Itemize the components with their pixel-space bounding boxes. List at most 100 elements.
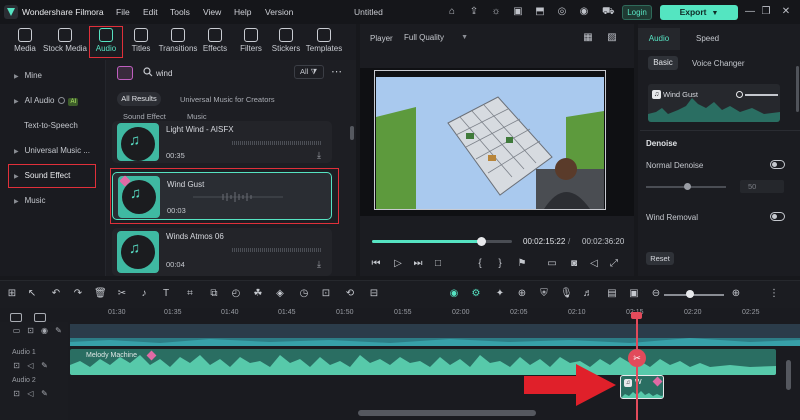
ai-icon[interactable]: ✦ — [494, 288, 506, 300]
fit-icon[interactable]: ▣ — [628, 288, 640, 300]
denoise-slider-knob[interactable] — [684, 183, 691, 190]
microphone-icon[interactable]: 🎙 — [560, 288, 573, 300]
grid-view-icon[interactable]: ▦ — [582, 32, 594, 44]
playhead[interactable] — [636, 314, 638, 420]
display-icon[interactable]: ▭ — [546, 258, 558, 270]
tab-transitions[interactable]: Transitions — [158, 24, 198, 60]
speed-icon[interactable]: ◴ — [230, 288, 242, 300]
color-icon[interactable]: ☘ — [252, 288, 264, 300]
fullscreen-icon[interactable]: ⤢ — [608, 258, 620, 270]
speaker-icon[interactable]: ◁ — [26, 389, 35, 398]
mark-in-icon[interactable]: { — [474, 258, 486, 270]
voiceover-icon[interactable]: ♬ — [582, 288, 594, 300]
redo-icon[interactable]: ↷ — [72, 288, 84, 300]
audio-item[interactable]: ♫ Light Wind - AISFX 00:35 ⤓ — [112, 121, 332, 163]
menu-tools[interactable]: Tools — [170, 7, 190, 17]
subtitle-icon[interactable]: ▤ — [606, 288, 618, 300]
play-icon[interactable]: ▷ — [392, 258, 404, 270]
zoom-slider-knob[interactable] — [686, 290, 694, 298]
crop-icon[interactable]: ⌗ — [184, 288, 196, 300]
tab-filters[interactable]: Filters — [236, 24, 266, 60]
marker-icon[interactable]: ⚑ — [516, 258, 528, 270]
more-options-icon[interactable]: ⋯ — [331, 65, 343, 78]
denoise-value-input[interactable]: 50 — [740, 180, 784, 193]
gift-icon[interactable]: ⌂ — [446, 6, 458, 18]
lock-icon[interactable]: ⊡ — [26, 326, 35, 335]
select-tool-icon[interactable]: ↖ — [26, 288, 38, 300]
subtab-voice-changer[interactable]: Voice Changer — [692, 59, 744, 68]
more-options-icon[interactable]: ⋮ — [768, 288, 780, 300]
mark-out-icon[interactable]: } — [494, 258, 506, 270]
menu-file[interactable]: File — [116, 7, 130, 17]
link-icon[interactable] — [34, 313, 46, 322]
list-scrollbar[interactable] — [350, 126, 354, 140]
save-icon[interactable]: ▣ — [512, 6, 524, 18]
search-input[interactable] — [156, 66, 286, 80]
support-icon[interactable]: ◉ — [578, 6, 590, 18]
wind-removal-toggle[interactable] — [770, 212, 785, 221]
favorites-button[interactable] — [117, 66, 133, 80]
tab-stickers[interactable]: Stickers — [270, 24, 302, 60]
sidebar-item-music[interactable]: ▶ Music — [8, 191, 98, 211]
cart-icon[interactable]: ⛟ — [602, 6, 615, 18]
zoom-slider-track[interactable] — [664, 294, 724, 296]
normal-denoise-toggle[interactable] — [770, 160, 785, 169]
timeline-horizontal-scrollbar[interactable] — [358, 410, 536, 416]
zoom-out-icon[interactable]: ⊖ — [650, 288, 662, 300]
stop-icon[interactable]: □ — [432, 258, 444, 270]
timer-icon[interactable]: ◷ — [298, 288, 310, 300]
share-icon[interactable]: ⬒ — [534, 6, 546, 18]
undo-icon[interactable]: ↶ — [50, 288, 62, 300]
menu-view[interactable]: View — [203, 7, 221, 17]
edit-icon[interactable]: ✎ — [40, 389, 49, 398]
tab-titles[interactable]: Titles — [126, 24, 156, 60]
filter-dropdown[interactable]: All ⧩ — [294, 65, 324, 79]
export-clip-icon[interactable]: ⊟ — [368, 288, 380, 300]
tab-audio-properties[interactable]: Audio — [638, 28, 680, 50]
timeline-vertical-scrollbar[interactable] — [786, 360, 791, 390]
help-icon[interactable] — [58, 97, 66, 105]
scissors-icon[interactable]: ✂ — [628, 349, 646, 367]
lock-icon[interactable]: ⊡ — [12, 361, 21, 370]
menu-edit[interactable]: Edit — [143, 7, 158, 17]
download-icon[interactable]: ⤓ — [317, 260, 325, 269]
zoom-in-icon[interactable]: ⊕ — [730, 288, 742, 300]
menu-version[interactable]: Version — [265, 7, 293, 17]
restore-icon[interactable]: ❐ — [760, 6, 772, 18]
eye-icon[interactable]: ◉ — [40, 326, 49, 335]
stabilize-icon[interactable]: ⊡ — [320, 288, 332, 300]
audio-clip[interactable] — [70, 349, 776, 375]
keyframe-icon[interactable]: ◈ — [274, 288, 286, 300]
snapshot-icon[interactable]: ▨ — [606, 32, 618, 44]
speaker-icon[interactable]: ◁ — [26, 361, 35, 370]
snap-icon[interactable]: ⚙ — [470, 288, 482, 300]
quality-select[interactable]: Full Quality ▼ — [400, 31, 474, 45]
lightbulb-icon[interactable]: ☼ — [490, 6, 502, 18]
login-button[interactable]: Login — [622, 5, 652, 20]
previous-frame-icon[interactable]: ⏮ — [370, 258, 382, 270]
upload-icon[interactable]: ⇪ — [468, 6, 480, 18]
shield-icon[interactable]: ⛨ — [538, 288, 550, 300]
mute-icon[interactable]: ✎ — [54, 326, 63, 335]
tab-stock-media[interactable]: Stock Media — [42, 24, 88, 60]
reset-button[interactable]: Reset — [646, 252, 674, 265]
camera-icon[interactable]: ◙ — [568, 258, 580, 270]
download-icon[interactable]: ⤓ — [317, 151, 325, 160]
next-frame-icon[interactable]: ⏭ — [412, 258, 424, 270]
menu-help[interactable]: Help — [234, 7, 251, 17]
sidebar-item-mine[interactable]: ▶ Mine — [8, 66, 98, 86]
layout-icon[interactable]: ⊞ — [6, 288, 18, 300]
headset-icon[interactable]: ◎ — [556, 6, 568, 18]
tab-effects[interactable]: Effects — [200, 24, 230, 60]
sidebar-item-universal-music[interactable]: ▶ Universal Music ... — [8, 141, 98, 161]
subtab-basic[interactable]: Basic — [648, 56, 678, 70]
waveform-knob[interactable] — [736, 91, 743, 98]
text-icon[interactable]: T — [160, 288, 172, 300]
tab-speed[interactable]: Speed — [696, 34, 719, 43]
properties-scrollbar[interactable] — [796, 66, 799, 112]
motion-icon[interactable]: ⟲ — [344, 288, 356, 300]
sidebar-item-ai-audio[interactable]: ▶ AI Audio AI — [8, 91, 98, 111]
transform-icon[interactable]: ⧉ — [208, 288, 220, 300]
audio-item[interactable]: ♫ Winds Atmos 06 00:04 ⤓ — [112, 228, 332, 276]
video-clip[interactable] — [70, 324, 800, 346]
